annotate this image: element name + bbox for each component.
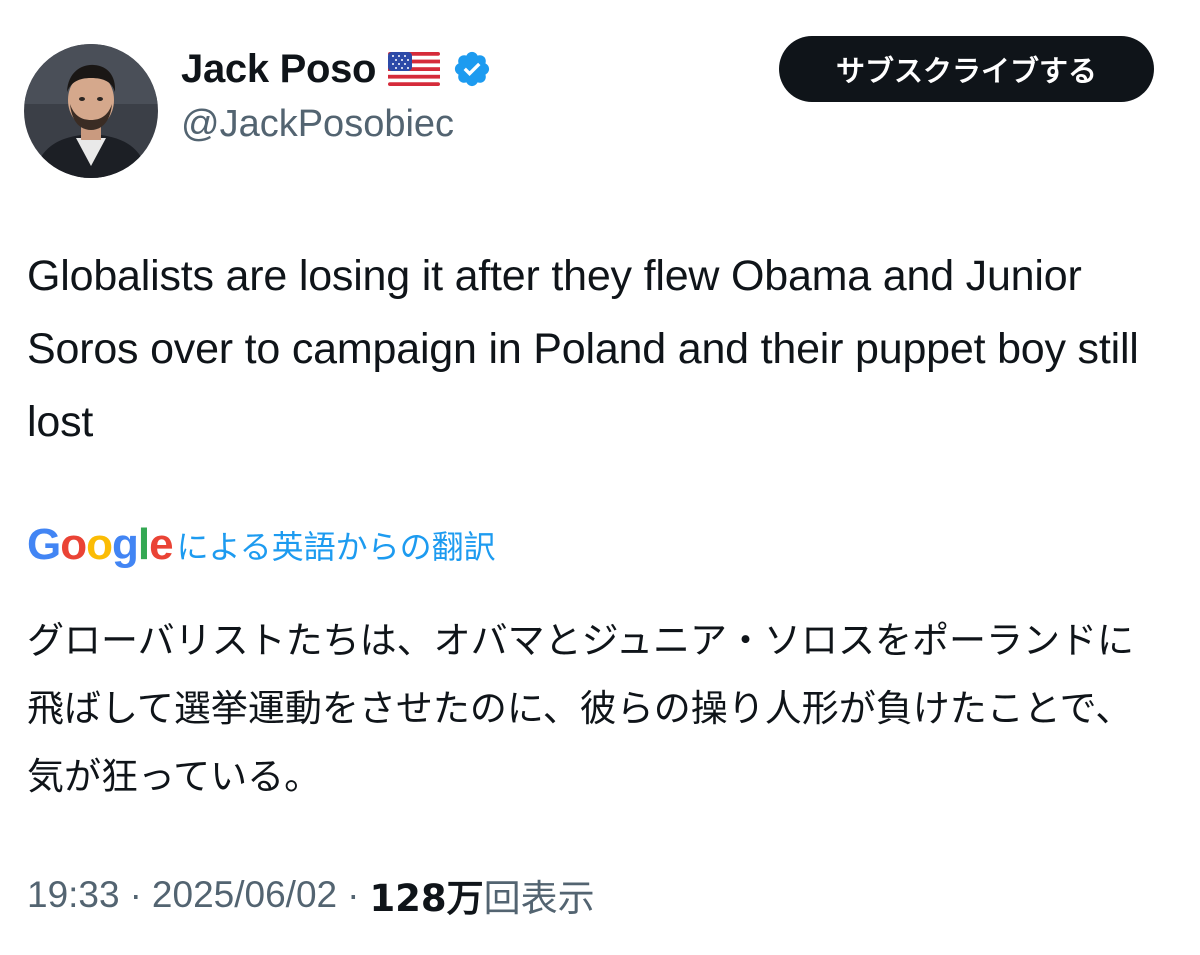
translated-text: グローバリストたちは、オバマとジュニア・ソロスをポーランドに飛ばして選挙運動をさ… xyxy=(27,619,1135,798)
tweet-detail: Jack Poso @JackPosobiec サブスクライブする Global… xyxy=(0,0,1200,955)
verified-badge-icon[interactable] xyxy=(452,49,492,89)
meta-separator: · xyxy=(347,874,360,915)
tweet-meta: 19:33 · 2025/06/02 · 128万 回表示 xyxy=(27,865,595,925)
view-label: 回表示 xyxy=(483,877,595,920)
translation-label[interactable]: による英語からの翻訳 xyxy=(177,522,496,568)
avatar[interactable] xyxy=(24,44,158,178)
display-name[interactable]: Jack Poso xyxy=(181,47,377,92)
meta-separator: · xyxy=(129,874,142,915)
google-logo: Google xyxy=(27,520,174,569)
author-name-row[interactable]: Jack Poso xyxy=(181,44,492,94)
translation-attribution[interactable]: Google による英語からの翻訳 xyxy=(27,515,496,575)
us-flag-icon xyxy=(388,52,441,86)
view-count[interactable]: 128万 xyxy=(369,868,483,922)
tweet-time[interactable]: 19:33 xyxy=(27,874,120,916)
tweet-text: Globalists are losing it after they flew… xyxy=(27,252,1139,446)
subscribe-button[interactable]: サブスクライブする xyxy=(779,36,1154,102)
author-handle[interactable]: @JackPosobiec xyxy=(181,103,454,146)
tweet-date[interactable]: 2025/06/02 xyxy=(152,874,337,916)
